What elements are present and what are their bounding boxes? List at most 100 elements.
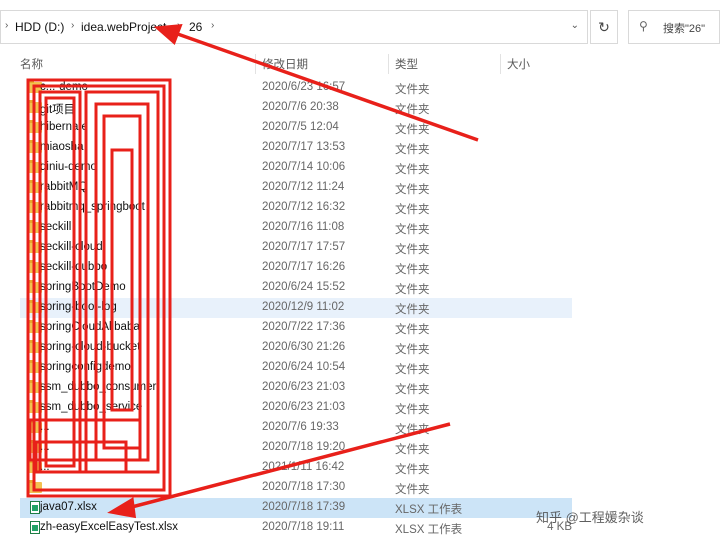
file-name: seckill [40, 221, 72, 233]
file-date: 2020/7/12 16:32 [262, 201, 346, 213]
column-header-name[interactable]: 名称 [20, 56, 43, 72]
file-name: ... [40, 421, 50, 433]
file-date: 2020/7/18 19:11 [262, 521, 345, 533]
file-type: XLSX 工作表 [395, 524, 463, 536]
file-date: 2020/7/17 17:57 [262, 241, 346, 253]
file-row[interactable]: seckill-dubbo 2020/7/17 16:26 文件夹 [20, 258, 572, 278]
breadcrumb-project[interactable]: idea.webProject [81, 20, 166, 34]
file-type: 文件夹 [395, 164, 430, 176]
file-row[interactable]: ssm_dubbo_service 2020/6/23 21:03 文件夹 [20, 398, 572, 418]
column-header-size[interactable]: 大小 [507, 56, 530, 72]
file-type: 文件夹 [395, 344, 430, 356]
refresh-icon: ↻ [598, 19, 610, 35]
search-box[interactable]: ⚲ 搜索"26" [628, 10, 720, 44]
file-row[interactable]: spring-boot-log 2020/12/9 11:02 文件夹 [20, 298, 572, 318]
file-row[interactable]: spring-cloud-bucket 2020/6/30 21:26 文件夹 [20, 338, 572, 358]
file-date: 2020/7/22 17:36 [262, 321, 346, 333]
file-name: seckill-cloud [40, 241, 103, 253]
file-row[interactable]: rabbitMQ 2020/7/12 11:24 文件夹 [20, 178, 572, 198]
file-type: 文件夹 [395, 384, 430, 396]
file-date: 2020/7/6 20:38 [262, 101, 339, 113]
file-type: 文件夹 [395, 304, 430, 316]
file-row[interactable]: springconfigdemo 2020/6/24 10:54 文件夹 [20, 358, 572, 378]
excel-icon [30, 501, 40, 514]
file-type: 文件夹 [395, 104, 430, 116]
file-date: 2020/12/9 11:02 [262, 301, 345, 313]
file-type: 文件夹 [395, 244, 430, 256]
file-name: git项目 [40, 104, 76, 116]
chevron-right-icon[interactable]: › [211, 20, 214, 31]
file-name: ... [40, 461, 50, 473]
file-row[interactable]: java07.xlsx 2020/7/18 17:39 XLSX 工作表 [20, 498, 572, 518]
file-name: c...-demo [40, 81, 88, 93]
file-row[interactable]: hibernate 2020/7/5 12:04 文件夹 [20, 118, 572, 138]
file-row[interactable]: miaosha 2020/7/17 13:53 文件夹 [20, 138, 572, 158]
file-name: java07.xlsx [40, 501, 97, 513]
file-date: 2020/6/23 16:57 [262, 81, 346, 93]
file-name: seckill-dubbo [40, 261, 108, 273]
column-header-date[interactable]: 修改日期 [262, 56, 308, 72]
file-type: 文件夹 [395, 364, 430, 376]
file-row[interactable]: qiniu-demo 2020/7/14 10:06 文件夹 [20, 158, 572, 178]
file-name: ssm_dubbo_service [40, 401, 143, 413]
column-header-type[interactable]: 类型 [395, 56, 418, 72]
file-type: 文件夹 [395, 444, 430, 456]
file-type: 文件夹 [395, 264, 430, 276]
file-type: 文件夹 [395, 144, 430, 156]
search-placeholder: 搜索"26" [663, 23, 706, 35]
file-row[interactable]: git项目 2020/7/6 20:38 文件夹 [20, 98, 572, 118]
file-name: spring-boot-log [40, 301, 117, 313]
file-date: 2020/7/5 12:04 [262, 121, 339, 133]
file-name: rabbitMQ [40, 181, 88, 193]
file-row[interactable]: ... 2020/7/6 19:33 文件夹 [20, 418, 572, 438]
file-type: 文件夹 [395, 284, 430, 296]
file-date: 2020/7/16 11:08 [262, 221, 345, 233]
file-name: ... [40, 441, 50, 453]
address-bar[interactable]: › HDD (D:) › idea.webProject › 26 › ⌄ [0, 10, 588, 44]
file-date: 2020/6/24 10:54 [262, 361, 346, 373]
file-type: 文件夹 [395, 464, 430, 476]
file-row[interactable]: ssm_dubbo_consumer 2020/6/23 21:03 文件夹 [20, 378, 572, 398]
file-row[interactable]: zh-easyExcelEasyTest.xlsx 2020/7/18 19:11… [20, 518, 572, 538]
file-date: 2020/7/18 17:30 [262, 481, 346, 493]
column-divider[interactable] [500, 54, 501, 74]
file-date: 2020/7/17 16:26 [262, 261, 346, 273]
file-type: XLSX 工作表 [395, 504, 463, 516]
file-name: zh-easyExcelEasyTest.xlsx [40, 521, 179, 533]
file-name: springBootDemo [40, 281, 126, 293]
file-name: ssm_dubbo_consumer [40, 381, 157, 393]
file-row[interactable]: ... 2020/7/18 19:20 文件夹 [20, 438, 572, 458]
file-name: hibernate [40, 121, 88, 133]
file-date: 2020/7/6 19:33 [262, 421, 339, 433]
file-row[interactable]: ... 2020/7/18 17:30 文件夹 [20, 478, 572, 498]
file-row[interactable]: springBootDemo 2020/6/24 15:52 文件夹 [20, 278, 572, 298]
chevron-right-icon[interactable]: › [71, 20, 74, 31]
refresh-button[interactable]: ↻ [590, 10, 618, 44]
file-type: 文件夹 [395, 484, 430, 496]
excel-icon [30, 521, 40, 534]
file-name: springconfigdemo [40, 361, 131, 373]
breadcrumb-folder[interactable]: 26 [189, 20, 202, 34]
file-date: 2020/6/23 21:03 [262, 401, 346, 413]
chevron-right-icon[interactable]: › [5, 20, 8, 31]
file-name: springCloudAlibaba [40, 321, 140, 333]
file-name: ... [40, 481, 50, 493]
file-date: 2021/1/11 16:42 [262, 461, 345, 473]
file-row[interactable]: seckill-cloud 2020/7/17 17:57 文件夹 [20, 238, 572, 258]
search-icon: ⚲ [639, 19, 648, 33]
file-date: 2020/6/24 15:52 [262, 281, 346, 293]
breadcrumb-drive[interactable]: HDD (D:) [15, 20, 64, 34]
file-date: 2020/7/12 11:24 [262, 181, 345, 193]
file-name: spring-cloud-bucket [40, 341, 141, 353]
file-type: 文件夹 [395, 204, 430, 216]
chevron-right-icon[interactable]: › [177, 20, 180, 31]
file-type: 文件夹 [395, 84, 430, 96]
column-divider[interactable] [388, 54, 389, 74]
file-row[interactable]: rabbitmq_springboot 2020/7/12 16:32 文件夹 [20, 198, 572, 218]
chevron-down-icon[interactable]: ⌄ [571, 20, 579, 31]
file-row[interactable]: ... 2021/1/11 16:42 文件夹 [20, 458, 572, 478]
file-row[interactable]: springCloudAlibaba 2020/7/22 17:36 文件夹 [20, 318, 572, 338]
file-row[interactable]: c...-demo 2020/6/23 16:57 文件夹 [20, 78, 572, 98]
file-row[interactable]: seckill 2020/7/16 11:08 文件夹 [20, 218, 572, 238]
column-divider[interactable] [255, 54, 256, 74]
